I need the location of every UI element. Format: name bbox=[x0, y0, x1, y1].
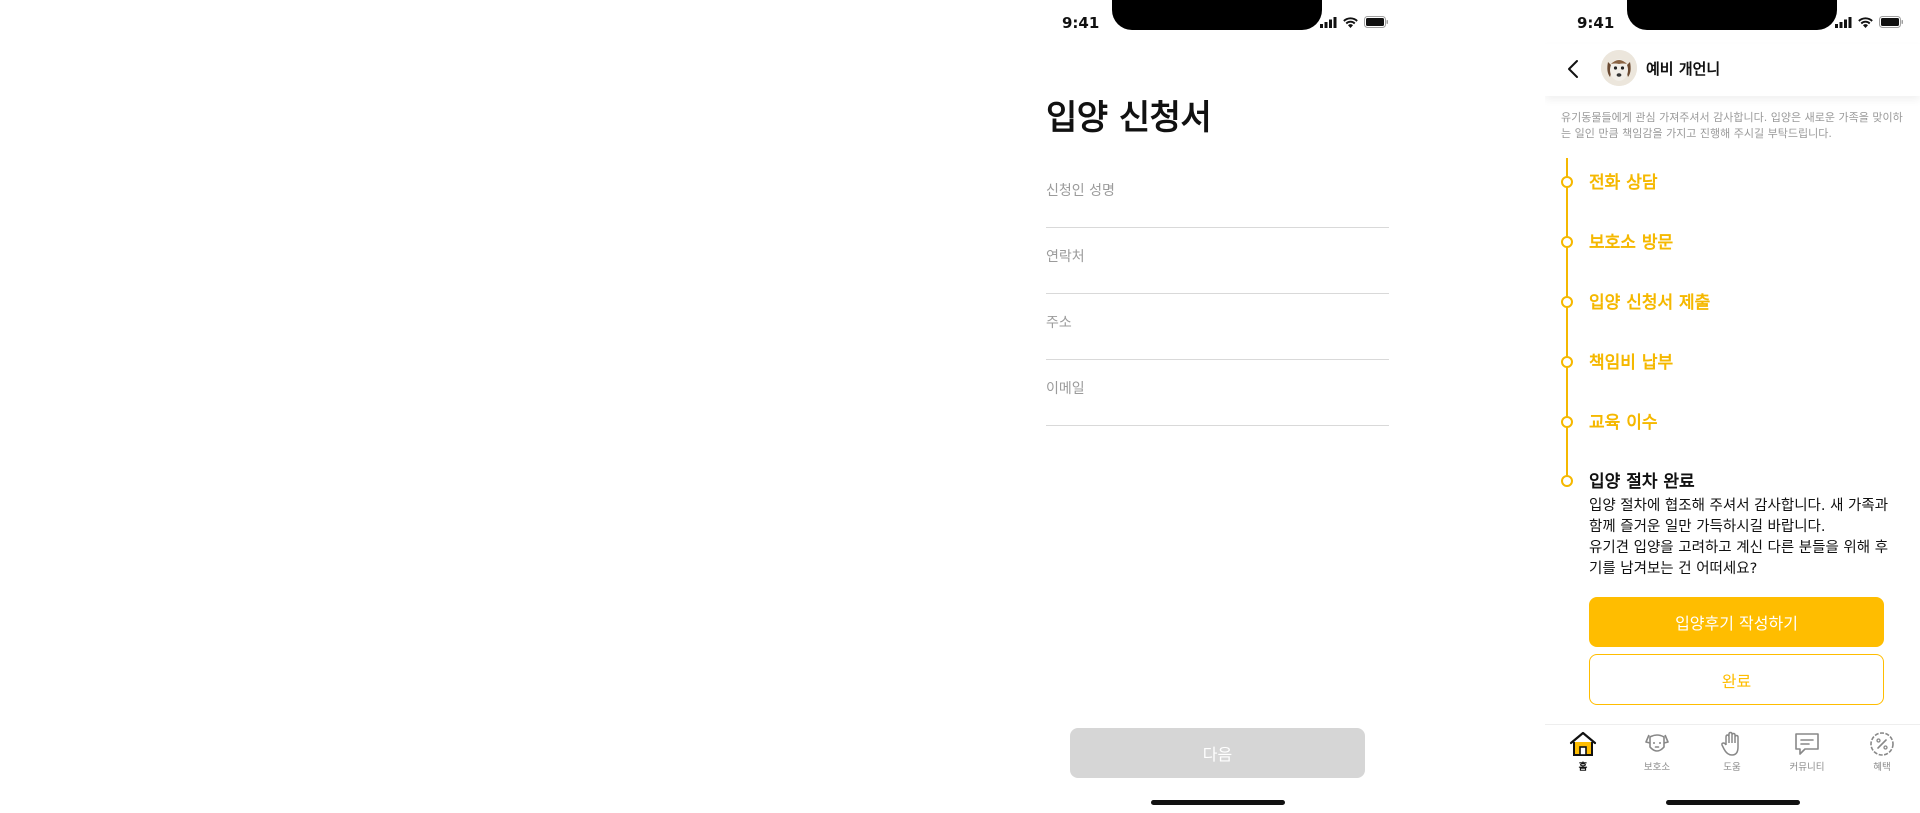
final-step-message: 입양 절차에 협조해 주셔서 감사합니다. 새 가족과 함께 즐거운 일만 가득… bbox=[1589, 496, 1897, 580]
timeline-step: 책임비 납부 bbox=[1589, 353, 1674, 373]
tab-label: 혜택 bbox=[1873, 762, 1891, 773]
wifi-icon bbox=[1858, 16, 1873, 28]
tab-benefits[interactable]: 혜택 bbox=[1852, 731, 1912, 773]
status-time: 9:41 bbox=[1062, 14, 1100, 32]
page-title: 입양 신청서 bbox=[1046, 98, 1212, 138]
adoption-process-screen: 9:41 예비 개언니 유기동물들에게 관심 가져주셔서 감사합니다. 입양은 … bbox=[1545, 0, 1920, 813]
tab-label: 홈 bbox=[1578, 762, 1588, 773]
next-button[interactable]: 다음 bbox=[1070, 728, 1365, 778]
tab-label: 커뮤니티 bbox=[1789, 762, 1825, 773]
tab-community[interactable]: 커뮤니티 bbox=[1777, 731, 1837, 773]
timeline-dot bbox=[1561, 236, 1573, 248]
applicant-name-input[interactable] bbox=[1046, 183, 1389, 199]
done-button[interactable]: 완료 bbox=[1589, 654, 1884, 705]
timeline-dot bbox=[1561, 176, 1573, 188]
hand-icon bbox=[1721, 731, 1739, 756]
contact-input[interactable] bbox=[1046, 249, 1389, 265]
signal-icon bbox=[1320, 16, 1337, 28]
bottom-tab-bar: 홈 보호소 도움 커뮤니티 혜택 bbox=[1545, 724, 1920, 785]
status-bar: 9:41 bbox=[1545, 0, 1920, 44]
chevron-left-icon bbox=[1568, 60, 1578, 78]
chat-partner-name: 예비 개언니 bbox=[1646, 60, 1721, 78]
tab-label: 도움 bbox=[1723, 762, 1741, 773]
timeline-step: 보호소 방문 bbox=[1589, 233, 1674, 253]
home-indicator bbox=[1151, 800, 1285, 805]
chat-bubble-icon bbox=[1795, 733, 1819, 755]
battery-icon bbox=[1364, 16, 1388, 28]
chat-header: 예비 개언니 bbox=[1545, 44, 1920, 96]
avatar[interactable] bbox=[1601, 50, 1637, 86]
tab-shelter[interactable]: 보호소 bbox=[1627, 731, 1687, 773]
final-message-line: 입양 절차에 협조해 주셔서 감사합니다. 새 가족과 함께 즐거운 일만 가득… bbox=[1589, 498, 1889, 535]
email-field[interactable] bbox=[1046, 359, 1389, 426]
final-step-title: 입양 절차 완료 bbox=[1589, 472, 1695, 492]
applicant-name-field[interactable] bbox=[1046, 161, 1389, 228]
signal-icon bbox=[1835, 16, 1852, 28]
timeline-dot bbox=[1561, 356, 1573, 368]
home-icon bbox=[1569, 731, 1597, 756]
write-review-button[interactable]: 입양후기 작성하기 bbox=[1589, 597, 1884, 647]
timeline-step: 교육 이수 bbox=[1589, 413, 1658, 433]
status-time: 9:41 bbox=[1577, 14, 1615, 32]
intro-message: 유기동물들에게 관심 가져주셔서 감사합니다. 입양은 새로운 가족을 맞이하는… bbox=[1561, 111, 1903, 140]
device-notch bbox=[1112, 0, 1322, 30]
address-field[interactable] bbox=[1046, 293, 1389, 360]
timeline-dot bbox=[1561, 296, 1573, 308]
status-bar: 9:41 bbox=[1030, 0, 1405, 44]
final-message-line: 유기견 입양을 고려하고 계신 다른 분들을 위해 후기를 남겨보는 건 어떠세… bbox=[1589, 540, 1889, 577]
timeline-dot bbox=[1561, 475, 1573, 487]
tab-label: 보호소 bbox=[1643, 762, 1671, 773]
timeline-step: 전화 상담 bbox=[1589, 173, 1658, 193]
email-input[interactable] bbox=[1046, 381, 1389, 397]
battery-icon bbox=[1879, 16, 1903, 28]
tab-help[interactable]: 도움 bbox=[1702, 731, 1762, 773]
status-icons bbox=[1320, 16, 1389, 28]
device-notch bbox=[1627, 0, 1837, 30]
timeline-dot bbox=[1561, 416, 1573, 428]
back-button[interactable] bbox=[1563, 58, 1585, 80]
contact-field[interactable] bbox=[1046, 227, 1389, 294]
address-input[interactable] bbox=[1046, 315, 1389, 331]
wifi-icon bbox=[1343, 16, 1358, 28]
dog-avatar-icon bbox=[1601, 50, 1637, 86]
adoption-form-screen: 9:41 입양 신청서 다음 bbox=[1030, 0, 1405, 813]
home-indicator bbox=[1666, 800, 1800, 805]
timeline-step: 입양 신청서 제출 bbox=[1589, 293, 1711, 313]
tab-home[interactable]: 홈 bbox=[1553, 731, 1613, 773]
status-icons bbox=[1835, 16, 1904, 28]
timeline-line bbox=[1566, 158, 1568, 480]
percent-badge-icon bbox=[1870, 732, 1894, 756]
dog-icon bbox=[1645, 734, 1669, 752]
